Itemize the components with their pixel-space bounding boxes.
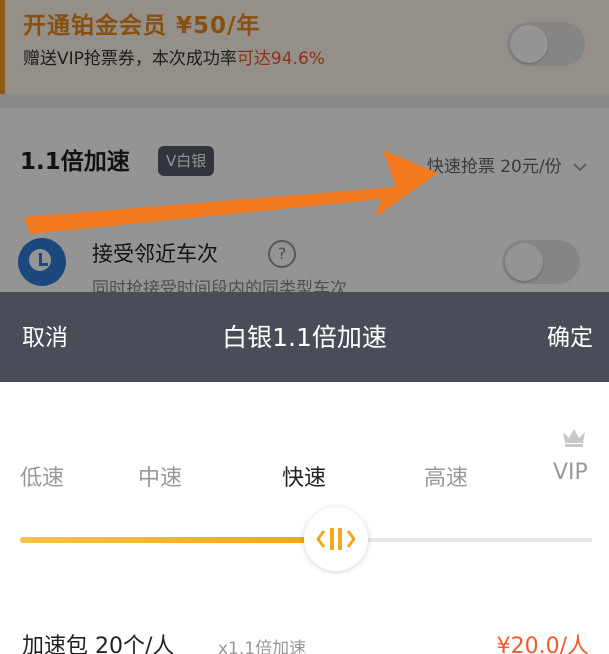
slider-fill <box>20 537 306 543</box>
level-high[interactable]: 高速 <box>424 460 468 492</box>
annotation-arrow-icon <box>24 150 438 234</box>
speed-levels: 低速 中速 快速 高速 VIP <box>0 460 609 492</box>
background-page: 开通铂金会员 ¥50/年 赠送VIP抢票券，本次成功率可达94.6% 1.1倍加… <box>0 0 609 292</box>
picker-header: 取消 白银1.1倍加速 确定 <box>0 292 609 382</box>
confirm-button[interactable]: 确定 <box>547 318 593 352</box>
package-row: 加速包 20个/人 x1.1倍加速 ¥20.0/人 <box>0 624 609 654</box>
package-price: ¥20.0/人 <box>496 634 589 654</box>
level-fast[interactable]: 快速 <box>282 460 326 492</box>
picker-title: 白银1.1倍加速 <box>222 323 387 352</box>
package-multiplier: x1.1倍加速 <box>218 639 307 654</box>
crown-icon <box>563 429 585 447</box>
level-low[interactable]: 低速 <box>20 460 64 492</box>
slider-grip-icon <box>316 528 356 550</box>
package-name: 加速包 20个/人 <box>22 634 175 654</box>
level-vip[interactable]: VIP <box>553 460 588 485</box>
slider-thumb[interactable] <box>304 507 368 571</box>
level-medium[interactable]: 中速 <box>138 460 182 492</box>
